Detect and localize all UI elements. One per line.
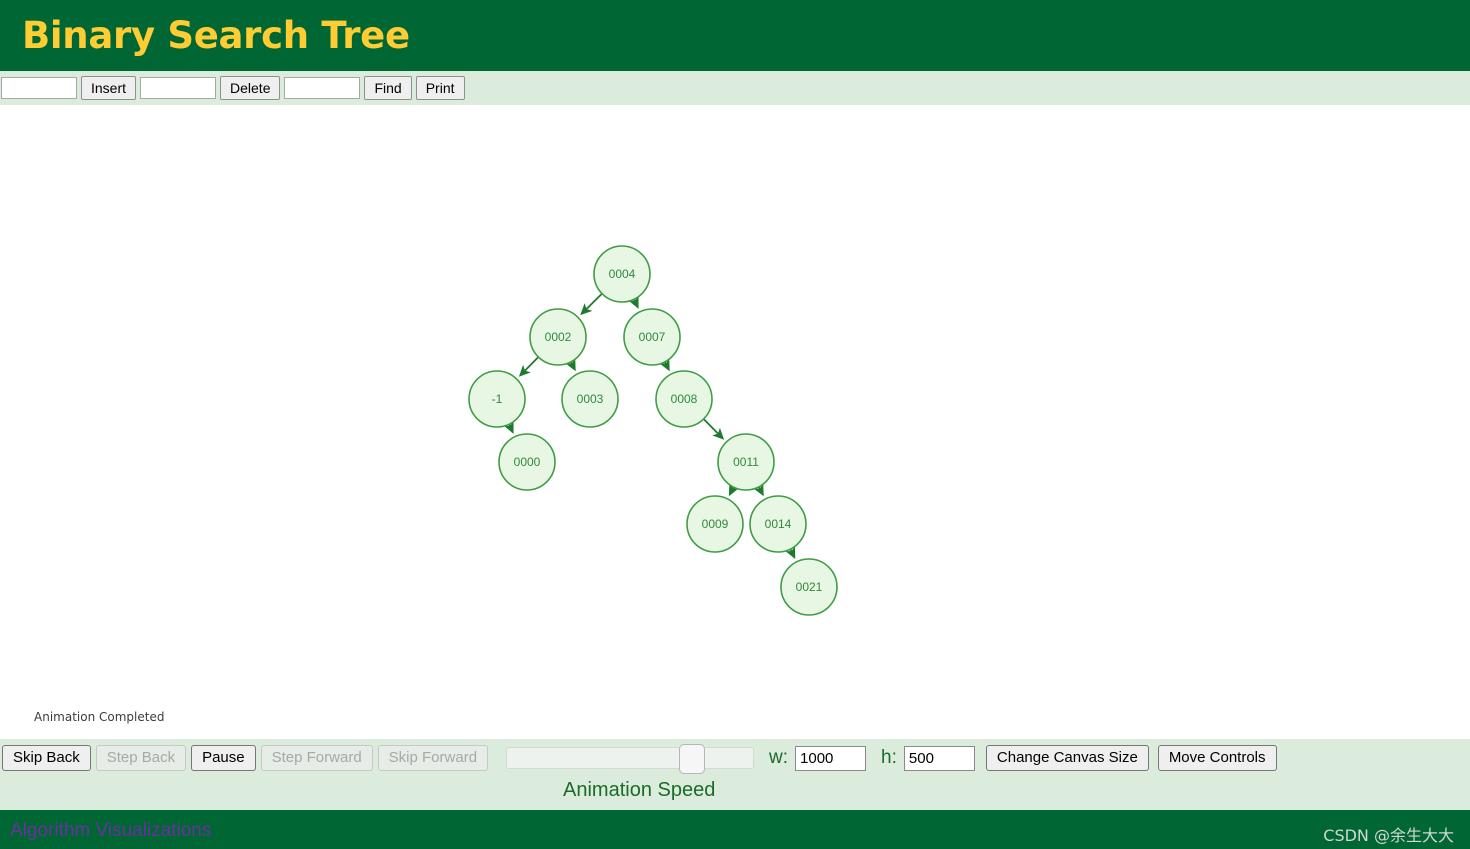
tree-node: 0000 <box>498 433 556 491</box>
skip-forward-button[interactable]: Skip Forward <box>377 745 489 771</box>
tree-node: 0021 <box>780 558 838 616</box>
pause-button[interactable]: Pause <box>191 745 256 771</box>
slider-track[interactable] <box>506 747 755 769</box>
binary-search-tree-graphic: 0004 0002 0007 -1 0003 0008 0000 0011 0009 0014 00… <box>468 245 838 616</box>
slider-thumb[interactable] <box>679 744 706 774</box>
step-forward-button[interactable]: Step Forward <box>260 745 373 771</box>
tree-node: 0003 <box>561 370 619 428</box>
algorithm-visualizations-link[interactable]: Algorithm Visualizations <box>10 820 211 842</box>
tree-edge <box>728 483 739 497</box>
tree-edge <box>659 358 670 372</box>
tree-node-label: 0007 <box>639 330 666 344</box>
print-button[interactable]: Print <box>415 76 465 100</box>
tree-node-label: 0008 <box>671 392 698 406</box>
tree-node-label: 0000 <box>514 455 541 469</box>
operations-toolbar: Insert Delete Find Print <box>0 71 1470 105</box>
tree-node-label: 0003 <box>577 392 604 406</box>
tree-node-label: 0002 <box>545 330 572 344</box>
tree-node: 0007 <box>623 308 681 366</box>
animation-speed-slider[interactable] <box>506 744 755 774</box>
insert-input[interactable] <box>1 77 77 99</box>
canvas-height-input[interactable] <box>903 745 975 771</box>
find-input[interactable] <box>284 77 361 99</box>
tree-node-label: 0021 <box>796 580 823 594</box>
tree-node-label: -1 <box>492 392 503 406</box>
find-button[interactable]: Find <box>364 76 412 100</box>
tree-node-label: 0004 <box>609 267 636 281</box>
change-canvas-size-button[interactable]: Change Canvas Size <box>985 745 1149 771</box>
tree-edge <box>580 293 603 316</box>
tree-node-label: 0011 <box>733 455 759 469</box>
tree-node: 0011 <box>717 433 775 491</box>
tree-node: 0008 <box>655 370 713 428</box>
csdn-watermark: CSDN @余生大大 <box>1323 826 1454 845</box>
tree-node: 0009 <box>686 495 744 553</box>
tree-edge <box>628 296 639 309</box>
page-title: Binary Search Tree <box>22 14 410 57</box>
tree-edge <box>565 358 576 372</box>
tree-node: 0014 <box>749 495 807 553</box>
tree-node: 0004 <box>593 245 651 303</box>
canvas-width-label: w: <box>769 747 789 768</box>
step-back-button[interactable]: Step Back <box>95 745 187 771</box>
animation-control-bar: Skip Back Step Back Pause Step Forward S… <box>0 739 1470 810</box>
visualization-canvas[interactable]: 0004 0002 0007 -1 0003 0008 0000 0011 0009 0014 00… <box>0 105 1470 741</box>
tree-node-layer: 0004 0002 0007 -1 0003 0008 0000 0011 0009 0014 00… <box>468 245 838 616</box>
delete-button[interactable]: Delete <box>220 76 281 100</box>
tree-edge <box>785 546 796 560</box>
tree-node-label: 0009 <box>702 517 729 531</box>
tree-edge <box>518 356 540 377</box>
animation-status: Animation Completed <box>34 710 165 724</box>
insert-button[interactable]: Insert <box>81 76 137 100</box>
canvas-height-label: h: <box>881 747 897 768</box>
tree-node: -1 <box>468 370 526 428</box>
tree-edge <box>503 421 514 434</box>
tree-node: 0002 <box>529 308 587 366</box>
move-controls-button[interactable]: Move Controls <box>1157 745 1277 771</box>
app-header: Binary Search Tree <box>0 0 1470 71</box>
delete-input[interactable] <box>140 77 217 99</box>
app-footer: Algorithm Visualizations CSDN @余生大大 <box>0 810 1470 849</box>
skip-back-button[interactable]: Skip Back <box>2 745 91 771</box>
tree-node-label: 0014 <box>765 517 792 531</box>
animation-speed-label: Animation Speed <box>563 779 716 801</box>
tree-edge <box>753 483 764 497</box>
tree-edge <box>702 418 725 440</box>
canvas-width-input[interactable] <box>795 745 867 771</box>
